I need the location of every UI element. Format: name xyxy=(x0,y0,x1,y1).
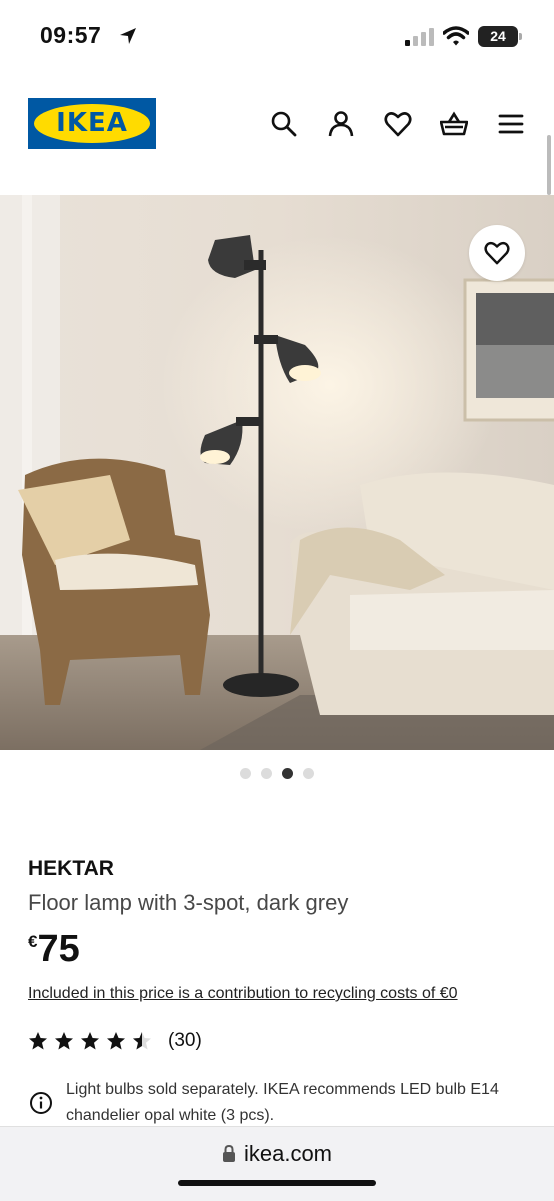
profile-icon[interactable] xyxy=(327,110,355,138)
site-header: IKEA xyxy=(0,90,554,160)
location-arrow-icon xyxy=(120,28,136,44)
price-amount: 75 xyxy=(37,928,80,970)
star-full-icon xyxy=(107,1032,125,1050)
carousel-dot[interactable] xyxy=(303,768,314,779)
recycling-cost-link[interactable]: Included in this price is a contribution… xyxy=(28,985,458,1003)
price-currency: € xyxy=(28,932,38,951)
product-description: Floor lamp with 3-spot, dark grey xyxy=(28,890,349,915)
product-name: HEKTAR xyxy=(28,857,114,880)
star-full-icon xyxy=(29,1032,47,1050)
carousel-dot[interactable] xyxy=(240,768,251,779)
heart-icon[interactable] xyxy=(384,110,412,138)
product-image[interactable] xyxy=(0,195,554,750)
battery-indicator: 24 xyxy=(478,26,522,47)
star-full-icon xyxy=(55,1032,73,1050)
add-to-favourites-button[interactable] xyxy=(469,225,525,281)
carousel-dot[interactable] xyxy=(261,768,272,779)
review-count: (30) xyxy=(168,1030,202,1051)
search-icon[interactable] xyxy=(270,110,298,138)
star-full-icon xyxy=(81,1032,99,1050)
wifi-icon xyxy=(443,26,469,46)
image-carousel-dots xyxy=(0,766,554,780)
status-bar: 09:57 24 xyxy=(0,0,554,70)
status-time: 09:57 xyxy=(40,22,102,48)
product-price: €75 xyxy=(28,928,80,971)
product-rating[interactable]: (30) xyxy=(28,1030,202,1056)
basket-icon[interactable] xyxy=(439,110,469,138)
bulb-info-text: Light bulbs sold separately. IKEA recomm… xyxy=(66,1081,499,1124)
carousel-dot-active[interactable] xyxy=(282,768,293,779)
lock-icon xyxy=(222,1145,235,1162)
info-icon xyxy=(30,1092,52,1114)
home-indicator[interactable] xyxy=(178,1180,376,1186)
heart-icon xyxy=(484,241,510,265)
menu-icon[interactable] xyxy=(497,110,525,138)
signal-icon xyxy=(405,28,434,46)
ikea-logo[interactable]: IKEA xyxy=(28,98,156,149)
url-text[interactable]: ikea.com xyxy=(244,1141,332,1166)
star-half-icon xyxy=(133,1032,151,1050)
browser-url-bar[interactable]: ikea.com xyxy=(0,1126,554,1201)
page-scrollbar[interactable] xyxy=(547,135,551,195)
